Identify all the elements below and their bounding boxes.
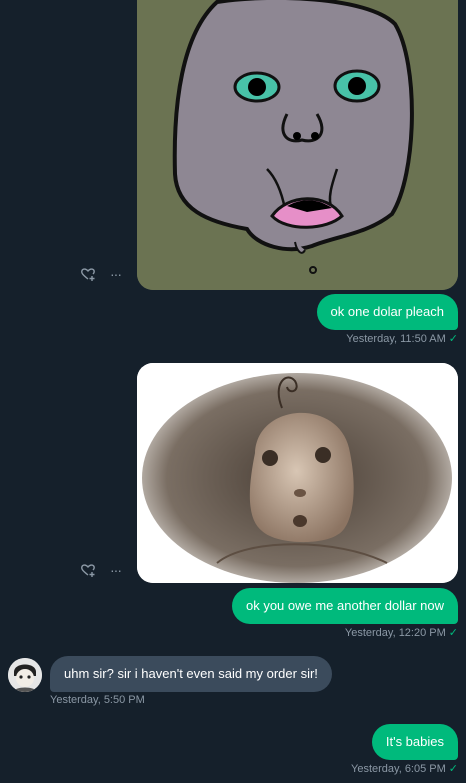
message-timestamp: Yesterday, 12:20 PM ✓: [345, 626, 458, 639]
timestamp-text: Yesterday, 11:50 AM: [346, 333, 446, 345]
avatar-image: [8, 658, 42, 692]
message-image-baby-sketch[interactable]: [137, 363, 458, 583]
check-icon: ✓: [448, 333, 458, 345]
cartoon-face-drawing: [137, 0, 458, 290]
message-bubble-sent[interactable]: It's babies: [371, 724, 458, 760]
message-timestamp: Yesterday, 5:50 PM: [50, 694, 145, 706]
timestamp-text: Yesterday, 12:20 PM: [344, 627, 446, 639]
check-icon: ✓: [448, 763, 458, 775]
message-timestamp: Yesterday, 6:05 PM ✓: [351, 762, 458, 775]
message-image-cartoon-face[interactable]: [137, 0, 458, 290]
avatar[interactable]: [8, 658, 42, 692]
timestamp-text: Yesterday, 6:05 PM: [351, 763, 446, 775]
message-bubble-sent[interactable]: ok you owe me another dollar now: [231, 588, 458, 624]
message-timestamp: Yesterday, 11:50 AM ✓: [346, 332, 458, 345]
heart-plus-icon[interactable]: [80, 562, 96, 583]
baby-sketch-drawing: [137, 363, 458, 583]
more-icon[interactable]: ···: [110, 266, 122, 282]
message-bubble-received[interactable]: uhm sir? sir i haven't even said my orde…: [50, 656, 332, 692]
check-icon: ✓: [448, 627, 458, 639]
heart-plus-icon[interactable]: [80, 266, 96, 287]
more-icon[interactable]: ···: [110, 562, 122, 578]
message-bubble-sent[interactable]: ok one dolar pleach: [316, 294, 458, 330]
